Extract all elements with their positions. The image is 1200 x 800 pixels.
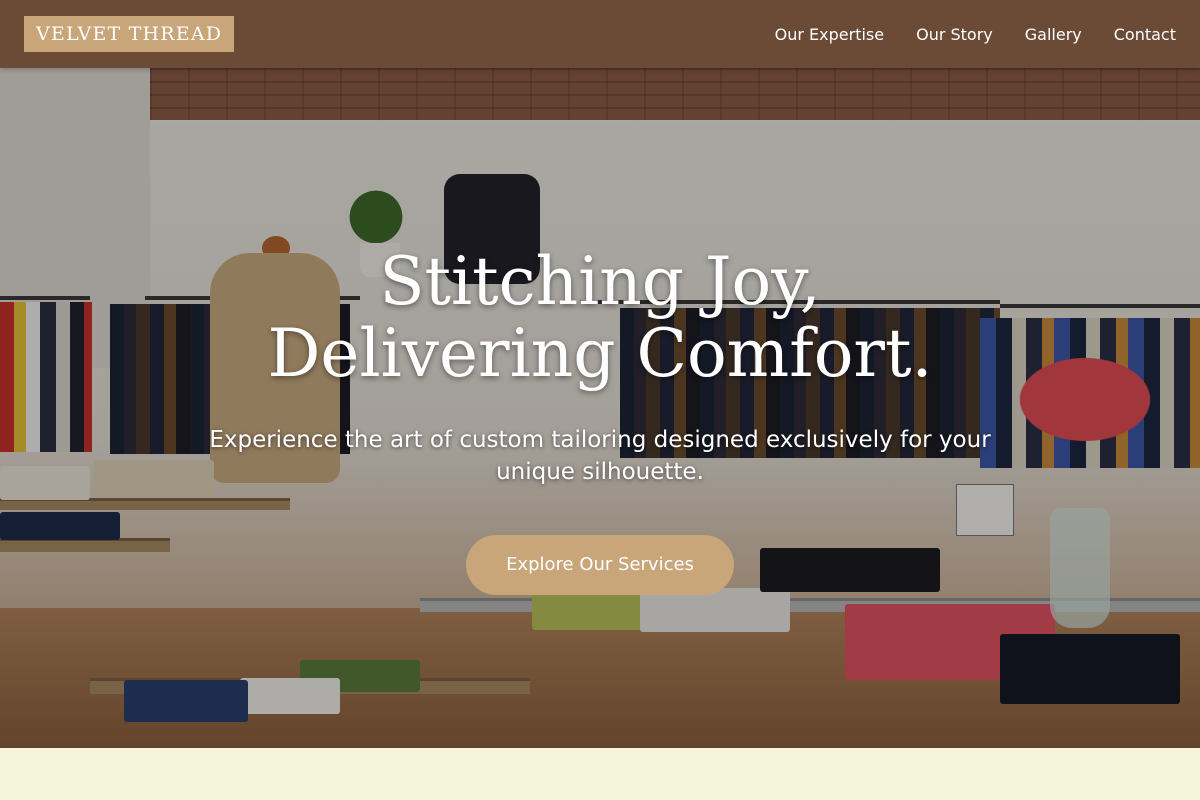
hero-title: Stitching Joy, Delivering Comfort. [267, 243, 933, 392]
hero-subtitle: Experience the art of custom tailoring d… [209, 427, 991, 485]
nav-link-gallery[interactable]: Gallery [1025, 25, 1082, 44]
explore-services-button[interactable]: Explore Our Services [466, 535, 734, 595]
nav-link-contact[interactable]: Contact [1114, 25, 1176, 44]
nav-link-our-expertise[interactable]: Our Expertise [775, 25, 884, 44]
hero-section: Stitching Joy, Delivering Comfort. Exper… [0, 68, 1200, 748]
site-header: VELVET THREAD Our Expertise Our Story Ga… [0, 0, 1200, 68]
hero-content: Stitching Joy, Delivering Comfort. Exper… [0, 246, 1200, 595]
main-nav: Our Expertise Our Story Gallery Contact [775, 25, 1176, 44]
nav-link-our-story[interactable]: Our Story [916, 25, 993, 44]
brand-logo[interactable]: VELVET THREAD [24, 16, 235, 52]
next-section [0, 748, 1200, 800]
